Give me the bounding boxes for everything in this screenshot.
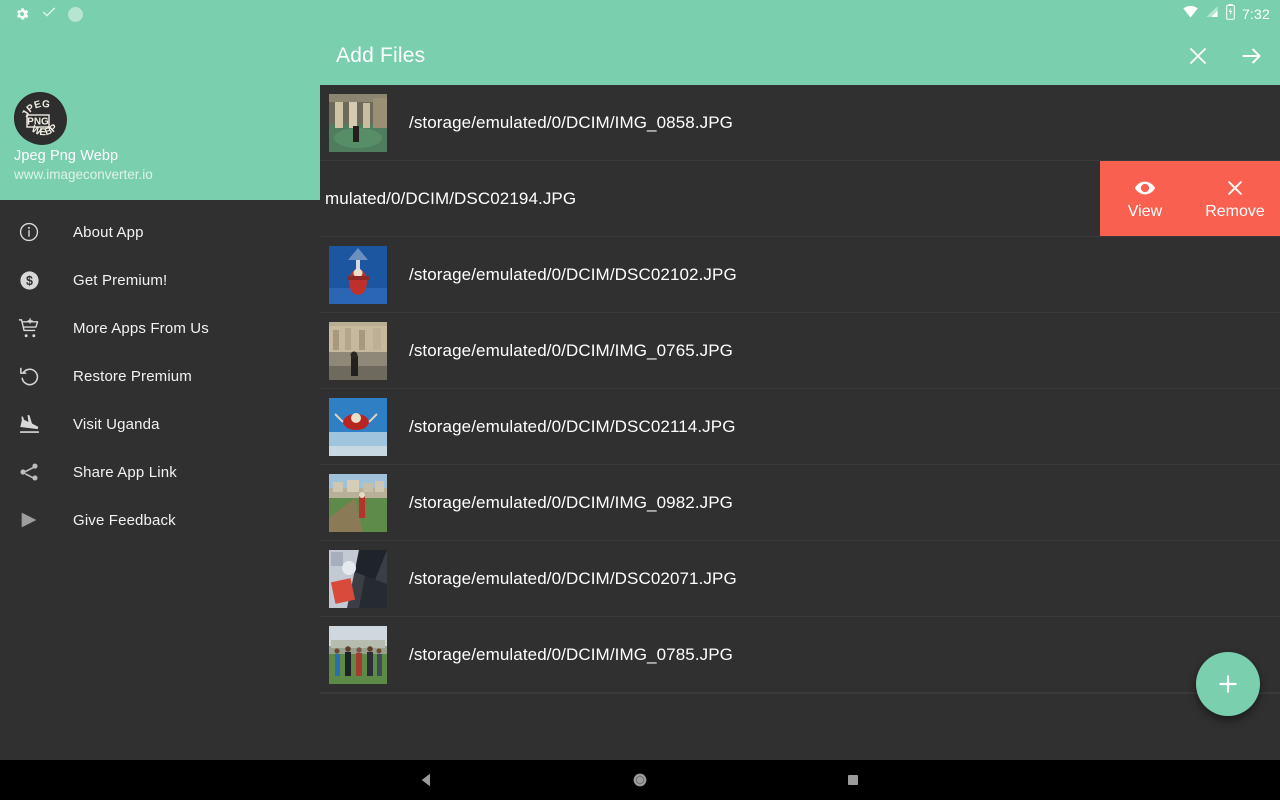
sidebar-item-share-app-link[interactable]: Share App Link: [0, 448, 320, 496]
back-triangle-icon: [421, 773, 430, 787]
recents-square-icon: [848, 775, 858, 785]
file-thumbnail: [329, 397, 387, 456]
sidebar-item-label: About App: [73, 223, 144, 241]
cart-plus-icon: [14, 313, 44, 343]
remove-label: Remove: [1205, 203, 1265, 220]
svg-text:$: $: [26, 273, 33, 287]
sidebar-item-label: Restore Premium: [73, 367, 192, 385]
swiped-row-content: mulated/0/DCIM/DSC02194.JPG: [320, 161, 577, 236]
swipe-actions-panel: View Remove: [1100, 161, 1280, 236]
navigation-drawer: JPEG WEBP PNG Jpeg Png Webp www.imagecon…: [0, 0, 320, 760]
file-thumbnail: [329, 549, 387, 608]
sidebar-item-label: Visit Uganda: [73, 415, 160, 433]
status-bar-clock: 7:32: [1241, 6, 1270, 22]
check-icon: [41, 4, 57, 25]
app-name-label: Jpeg Png Webp: [14, 148, 119, 164]
sidebar-item-give-feedback[interactable]: Give Feedback: [0, 496, 320, 544]
dollar-coin-icon: $: [14, 265, 44, 295]
wifi-icon: [1182, 4, 1199, 24]
status-bar-right-icons: 7:32: [1182, 0, 1270, 28]
sidebar-item-label: Get Premium!: [73, 271, 168, 289]
back-button[interactable]: [321, 771, 534, 789]
table-row[interactable]: /storage/emulated/0/DCIM/DSC02114.JPG: [320, 389, 1280, 465]
share-icon: [14, 457, 44, 487]
table-row[interactable]: /storage/emulated/0/DCIM/DSC02102.JPG: [320, 237, 1280, 313]
svg-text:PNG: PNG: [27, 116, 49, 127]
sidebar-item-restore-premium[interactable]: Restore Premium: [0, 352, 320, 400]
file-path-label: /storage/emulated/0/DCIM/DSC02071.JPG: [409, 568, 737, 588]
file-thumbnail: [329, 245, 387, 304]
file-path-label: /storage/emulated/0/DCIM/DSC02102.JPG: [409, 264, 737, 284]
table-row[interactable]: /storage/emulated/0/DCIM/IMG_0765.JPG: [320, 313, 1280, 389]
sidebar-item-label: Give Feedback: [73, 511, 176, 529]
file-path-label: /storage/emulated/0/DCIM/IMG_0982.JPG: [409, 492, 734, 512]
circle-notification-icon: [68, 6, 83, 22]
file-thumbnail: [329, 321, 387, 380]
table-row-partial: [320, 693, 1280, 760]
app-screen: 7:32 Add Files /storage/emulated/0/DCIM/…: [0, 0, 1280, 800]
x-icon: [1228, 181, 1242, 195]
drawer-header: JPEG WEBP PNG Jpeg Png Webp www.imagecon…: [0, 0, 320, 200]
table-row[interactable]: /storage/emulated/0/DCIM/IMG_0858.JPG: [320, 85, 1280, 161]
file-path-label: mulated/0/DCIM/DSC02194.JPG: [325, 189, 577, 208]
view-button[interactable]: View: [1103, 177, 1187, 221]
table-row[interactable]: /storage/emulated/0/DCIM/IMG_0785.JPG: [320, 617, 1280, 693]
airplane-landing-icon: [14, 409, 44, 439]
file-path-label: /storage/emulated/0/DCIM/IMG_0858.JPG: [409, 112, 734, 132]
table-row[interactable]: /storage/emulated/0/DCIM/DSC02071.JPG: [320, 541, 1280, 617]
sidebar-item-get-premium[interactable]: $ Get Premium!: [0, 256, 320, 304]
status-bar: 7:32: [0, 0, 1280, 28]
plus-icon: [1219, 675, 1237, 693]
home-button[interactable]: [534, 771, 747, 789]
sidebar-item-about-app[interactable]: About App: [0, 208, 320, 256]
eye-icon: [1134, 181, 1156, 195]
sidebar-item-more-apps[interactable]: More Apps From Us: [0, 304, 320, 352]
restore-icon: [14, 361, 44, 391]
file-path-label: /storage/emulated/0/DCIM/IMG_0765.JPG: [409, 340, 734, 360]
next-arrow-button[interactable]: [1238, 42, 1266, 70]
app-bar-actions: [1184, 42, 1266, 70]
status-bar-left-icons: [14, 0, 83, 28]
home-circle-icon: [633, 773, 647, 787]
app-logo: JPEG WEBP PNG: [14, 92, 67, 145]
android-navigation-bar: [0, 760, 1280, 800]
info-icon: [14, 217, 44, 247]
file-thumbnail: [329, 625, 387, 684]
send-icon: [14, 505, 44, 535]
drawer-menu: About App $ Get Premium! More Apps From …: [0, 208, 320, 544]
signal-icon: [1205, 5, 1219, 24]
file-path-label: /storage/emulated/0/DCIM/DSC02114.JPG: [409, 416, 736, 436]
file-path-label: /storage/emulated/0/DCIM/IMG_0785.JPG: [409, 644, 734, 664]
table-row[interactable]: /storage/emulated/0/DCIM/IMG_0982.JPG: [320, 465, 1280, 541]
file-thumbnail: [329, 93, 387, 152]
close-button[interactable]: [1184, 42, 1212, 70]
table-row-swiped[interactable]: mulated/0/DCIM/DSC02194.JPG View Remove: [320, 161, 1280, 237]
sidebar-item-visit-uganda[interactable]: Visit Uganda: [0, 400, 320, 448]
app-url-label: www.imageconverter.io: [14, 167, 153, 182]
sidebar-item-label: Share App Link: [73, 463, 177, 481]
add-files-fab[interactable]: [1196, 652, 1260, 716]
recents-button[interactable]: [747, 772, 960, 788]
remove-button[interactable]: Remove: [1193, 177, 1277, 221]
file-list[interactable]: /storage/emulated/0/DCIM/IMG_0858.JPG mu…: [320, 85, 1280, 760]
main-content: Add Files /storage/emulated/0/DCIM/IMG_0…: [320, 0, 1280, 760]
gear-icon: [14, 6, 30, 22]
view-label: View: [1127, 203, 1163, 220]
file-thumbnail: [329, 473, 387, 532]
battery-charging-icon: [1225, 3, 1236, 25]
page-title: Add Files: [336, 44, 426, 67]
sidebar-item-label: More Apps From Us: [73, 319, 209, 337]
